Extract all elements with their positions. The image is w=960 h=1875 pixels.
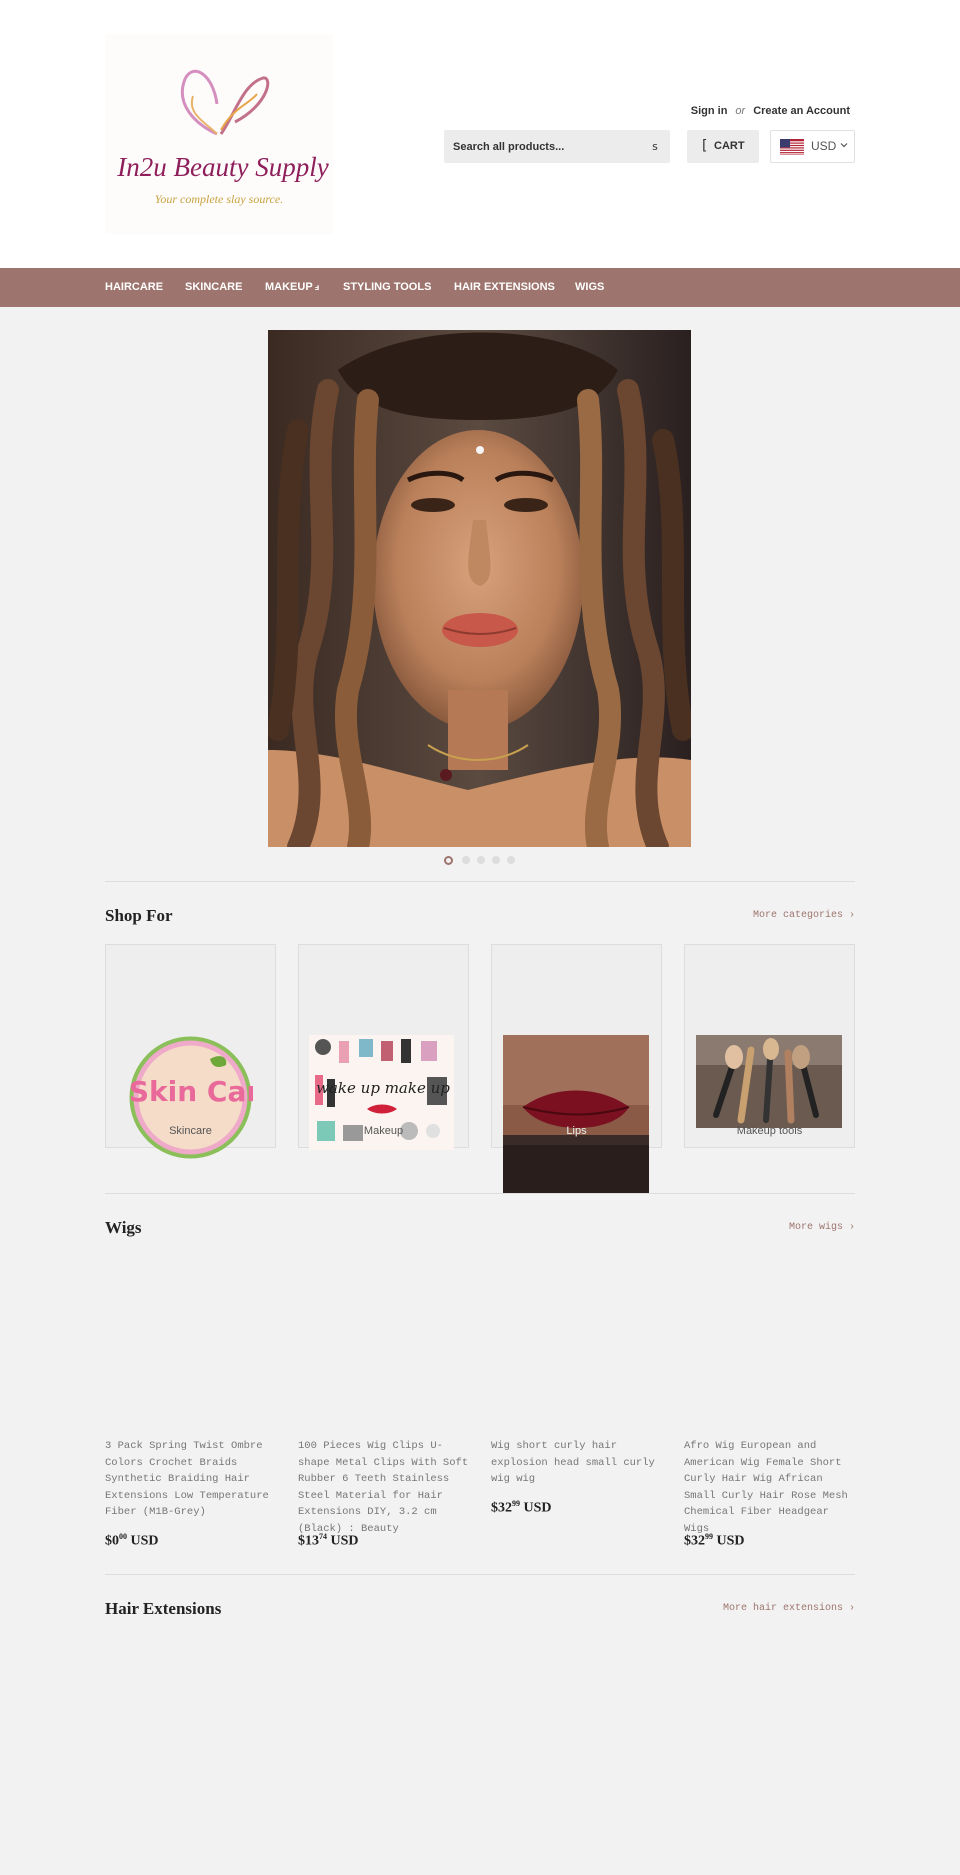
logo-title: In2u Beauty Supply xyxy=(117,152,329,182)
currency-selector[interactable]: USD xyxy=(770,130,855,163)
more-categories-link[interactable]: More categories › xyxy=(753,910,855,921)
sign-in-link[interactable]: Sign in xyxy=(691,105,728,117)
butterfly-logo-icon xyxy=(180,69,270,136)
cart-button[interactable]: [ CART xyxy=(687,130,759,163)
price-main: $32 xyxy=(684,1533,705,1549)
product-price: $3299 USD xyxy=(491,1499,663,1517)
nav-item-label: HAIRCARE xyxy=(105,281,164,293)
nav-item-styling-tools[interactable]: STYLING TOOLS xyxy=(343,268,431,307)
main-nav: HAIRCARE SKINCARE MAKEUP ⅎ STYLING TOOLS … xyxy=(0,268,960,307)
price-currency: USD xyxy=(330,1533,359,1549)
search-icon[interactable]: s xyxy=(646,138,664,156)
section-divider xyxy=(105,881,855,882)
skin-care-image: Skin Care xyxy=(129,1036,253,1159)
category-label-makeup-tools[interactable]: Makeup tools xyxy=(684,1125,855,1137)
price-main: $32 xyxy=(491,1500,512,1516)
nav-item-makeup[interactable]: MAKEUP ⅎ xyxy=(265,268,319,307)
more-hair-extensions-link[interactable]: More hair extensions › xyxy=(723,1603,855,1614)
section-divider xyxy=(105,1574,855,1575)
product-price: $1374 USD xyxy=(298,1532,470,1550)
category-label-makeup[interactable]: Makeup xyxy=(298,1125,469,1137)
price-cents: 00 xyxy=(119,1532,127,1541)
account-or-text: or xyxy=(735,105,746,117)
nav-item-label: MAKEUP xyxy=(265,281,313,293)
makeup-brushes-image xyxy=(696,1035,842,1128)
slide-dot[interactable] xyxy=(444,856,453,865)
nav-item-skincare[interactable]: SKINCARE xyxy=(185,268,242,307)
hair-extensions-title: Hair Extensions xyxy=(105,1599,222,1618)
slide-dot[interactable] xyxy=(462,856,470,864)
product-price: $3299 USD xyxy=(684,1532,856,1550)
create-account-link[interactable]: Create an Account xyxy=(753,105,850,117)
price-cents: 99 xyxy=(512,1499,520,1508)
product-price: $000 USD xyxy=(105,1532,277,1550)
cart-icon: [ xyxy=(702,138,708,154)
product-title[interactable]: Wig short curly hair explosion head smal… xyxy=(491,1438,663,1488)
wigs-title: Wigs xyxy=(105,1218,142,1237)
category-label-lips[interactable]: Lips xyxy=(491,1125,662,1137)
price-currency: USD xyxy=(130,1533,159,1549)
dropdown-icon: ⅎ xyxy=(314,282,320,292)
site-logo[interactable]: In2u Beauty Supply Your complete slay so… xyxy=(105,34,333,234)
nav-item-hair-extensions[interactable]: HAIR EXTENSIONS xyxy=(454,268,555,307)
product-title[interactable]: Afro Wig European and American Wig Femal… xyxy=(684,1438,856,1537)
us-flag-icon xyxy=(780,139,804,155)
price-main: $13 xyxy=(298,1533,319,1549)
price-cents: 74 xyxy=(319,1532,327,1541)
nav-item-label: WIGS xyxy=(575,281,605,293)
account-links: Sign in or Create an Account xyxy=(691,105,850,117)
cart-label: CART xyxy=(714,140,745,152)
price-main: $0 xyxy=(105,1533,119,1549)
lips-image xyxy=(503,1035,649,1193)
slideshow-dots xyxy=(444,856,515,866)
hero-portrait-image xyxy=(268,330,691,847)
price-cents: 99 xyxy=(705,1532,713,1541)
hero-slide-image[interactable] xyxy=(268,330,691,847)
currency-label: USD xyxy=(811,139,837,153)
nav-item-haircare[interactable]: HAIRCARE xyxy=(105,268,163,307)
nav-item-label: STYLING TOOLS xyxy=(343,281,432,293)
price-currency: USD xyxy=(716,1533,745,1549)
search-input[interactable] xyxy=(444,130,634,163)
product-title[interactable]: 3 Pack Spring Twist Ombre Colors Crochet… xyxy=(105,1438,277,1521)
search-bar: s xyxy=(444,130,670,163)
nav-item-wigs[interactable]: WIGS xyxy=(575,268,604,307)
price-currency: USD xyxy=(523,1500,552,1516)
slide-dot[interactable] xyxy=(477,856,485,864)
nav-item-label: SKINCARE xyxy=(185,281,243,293)
product-title[interactable]: 100 Pieces Wig Clips U-shape Metal Clips… xyxy=(298,1438,470,1537)
chevron-down-icon xyxy=(840,143,848,148)
section-divider xyxy=(105,1193,855,1194)
slide-dot[interactable] xyxy=(507,856,515,864)
nav-item-label: HAIR EXTENSIONS xyxy=(454,281,555,293)
shop-for-title: Shop For xyxy=(105,906,173,925)
makeup-image-text: wake up make up xyxy=(316,1079,450,1097)
slide-dot[interactable] xyxy=(492,856,500,864)
site-header: In2u Beauty Supply Your complete slay so… xyxy=(0,0,960,268)
skin-care-text: Skin Care xyxy=(129,1075,253,1108)
category-label-skincare[interactable]: Skincare xyxy=(105,1125,276,1137)
logo-tagline: Your complete slay source. xyxy=(154,192,284,206)
more-wigs-link[interactable]: More wigs › xyxy=(789,1222,855,1233)
